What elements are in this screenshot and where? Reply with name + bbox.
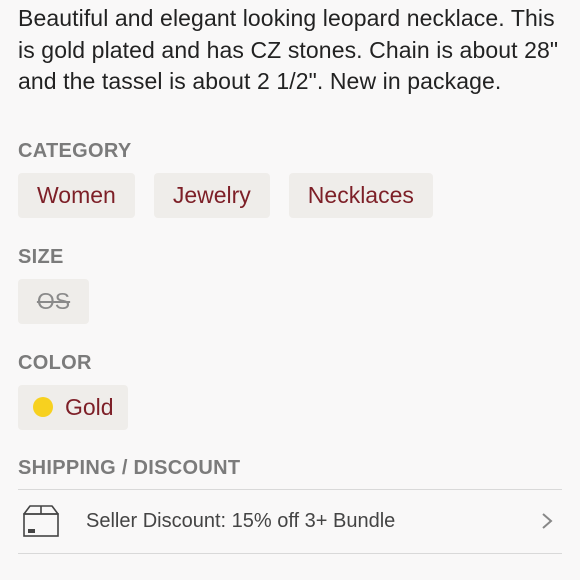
size-chips: OS [18,278,562,324]
category-chips: Women Jewelry Necklaces [18,172,562,218]
color-heading: COLOR [18,351,92,374]
category-chip-jewelry[interactable]: Jewelry [153,172,270,218]
color-chips: Gold [18,384,562,430]
listing-description: Beautiful and elegant looking leopard ne… [18,5,559,94]
color-chip-gold[interactable]: Gold [18,384,128,430]
category-chip-necklaces[interactable]: Necklaces [288,172,433,218]
size-chip[interactable]: OS [18,278,89,324]
seller-discount-text: Seller Discount: 15% off 3+ Bundle [86,509,396,532]
gold-swatch [33,397,53,417]
color-chip-label: Gold [65,393,114,420]
chevron-right-icon [542,513,553,529]
package-box-icon [23,505,59,537]
category-chip-women[interactable]: Women [18,172,135,218]
divider [18,552,562,554]
shipping-discount-heading: SHIPPING / DISCOUNT [18,456,241,479]
size-heading: SIZE [18,245,64,268]
seller-discount-row[interactable]: Seller Discount: 15% off 3+ Bundle [18,490,562,553]
listing-details: Beautiful and elegant looking leopard ne… [0,0,580,580]
category-heading: CATEGORY [18,139,132,162]
